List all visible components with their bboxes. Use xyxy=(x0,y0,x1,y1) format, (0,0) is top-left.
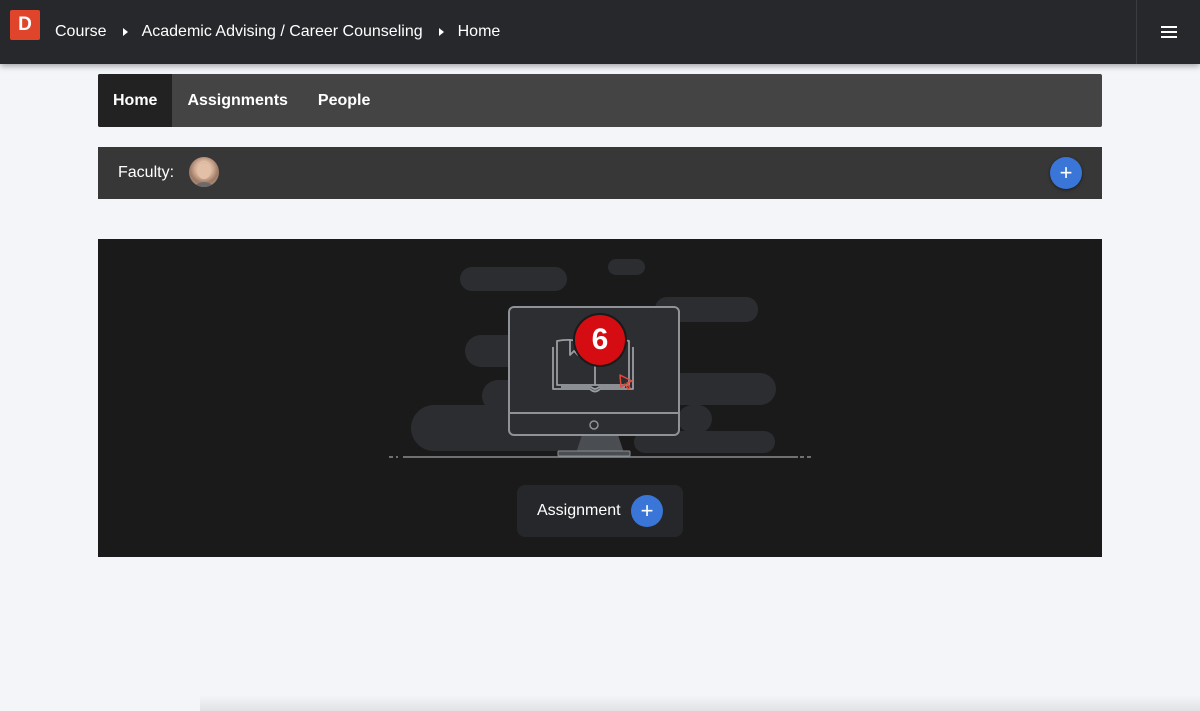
course-nav: Home Assignments People xyxy=(98,74,1102,127)
empty-state-panel: 6 Assignment + xyxy=(98,239,1102,557)
menu-button[interactable] xyxy=(1136,0,1200,64)
breadcrumb-separator-icon xyxy=(438,28,444,36)
tab-people[interactable]: People xyxy=(303,74,385,127)
logo-letter: D xyxy=(18,14,32,35)
avatar-face-icon xyxy=(193,161,215,187)
add-assignment-label: Assignment xyxy=(537,502,621,519)
plus-icon: + xyxy=(1059,160,1073,185)
plus-icon: + xyxy=(631,495,663,527)
add-assignment-button[interactable]: Assignment + xyxy=(517,485,683,537)
breadcrumb: Course Academic Advising / Career Counse… xyxy=(55,0,500,64)
breadcrumb-current: Home xyxy=(457,23,501,40)
footer-shadow xyxy=(200,695,1200,711)
breadcrumb-separator-icon xyxy=(122,28,128,36)
top-bar: D Course Academic Advising / Career Coun… xyxy=(0,0,1200,64)
faculty-avatar[interactable] xyxy=(189,157,219,187)
tab-home[interactable]: Home xyxy=(98,74,173,127)
tab-assignments[interactable]: Assignments xyxy=(172,74,302,127)
add-faculty-button[interactable]: + xyxy=(1050,157,1082,189)
faculty-bar: Faculty: + xyxy=(98,147,1102,199)
faculty-label: Faculty: xyxy=(118,164,175,181)
breadcrumb-course[interactable]: Course xyxy=(55,23,107,41)
notification-badge: 6 xyxy=(575,315,625,365)
breadcrumb-course-name[interactable]: Academic Advising / Career Counseling xyxy=(142,23,423,41)
app-logo[interactable]: D xyxy=(10,10,40,40)
hamburger-menu-icon xyxy=(1160,26,1177,38)
